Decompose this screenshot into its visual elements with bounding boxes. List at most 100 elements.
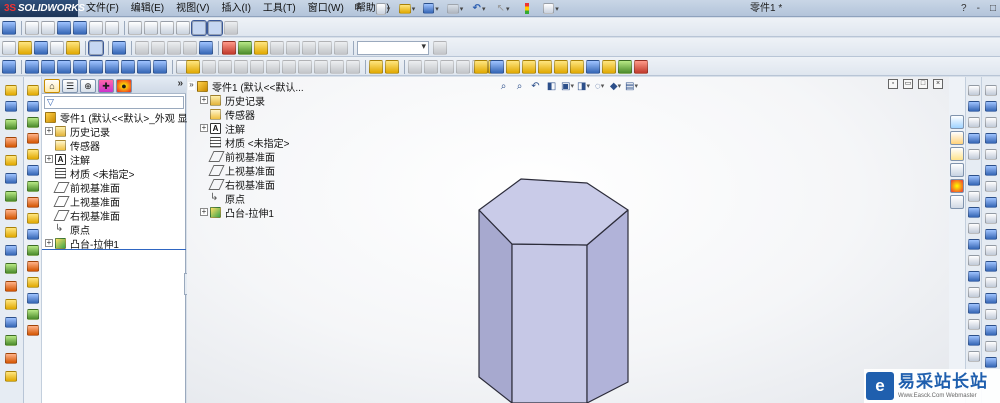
scene-icon[interactable]: [238, 40, 252, 55]
tree-item-top-plane[interactable]: 上视基准面: [55, 194, 120, 209]
open-icon[interactable]: [396, 1, 418, 16]
feature-tool-icon[interactable]: [27, 309, 39, 320]
sketch-tool-icon[interactable]: [985, 325, 997, 336]
sketch-entities-icon[interactable]: [135, 40, 149, 55]
pin-icon[interactable]: ⊳: [354, 1, 366, 15]
appearance-icon[interactable]: [222, 40, 236, 55]
graphics-area[interactable]: ⌕ ⌕ ↶ ◧ ▣ ◨ ◌ ◆ ▤ ▫ ▭ □ × » 零件1 (默认<<默认.…: [187, 77, 949, 403]
view-tool-icon[interactable]: [968, 133, 980, 144]
design-library-icon[interactable]: [522, 59, 536, 74]
photoview-icon[interactable]: [334, 40, 348, 55]
sketch-tool-icon[interactable]: [985, 197, 997, 208]
rotate-view-icon[interactable]: [57, 20, 71, 35]
hexagonal-prism-model[interactable]: [187, 77, 949, 403]
flow-icon[interactable]: [602, 59, 616, 74]
coordinate-icon[interactable]: [2, 59, 16, 74]
mirror-icon[interactable]: [282, 59, 296, 74]
left-tool-icon[interactable]: [5, 299, 17, 310]
sketch-tool-icon[interactable]: [985, 149, 997, 160]
shaded-edges-icon[interactable]: [176, 20, 190, 35]
rebuild-toolbar-icon[interactable]: [112, 40, 126, 55]
zoom-area-icon[interactable]: [41, 20, 55, 35]
sketch-tool-icon[interactable]: [985, 101, 997, 112]
pan-icon[interactable]: [73, 20, 87, 35]
left-tool-icon[interactable]: [5, 263, 17, 274]
tree-item-sensors[interactable]: 传感器: [55, 138, 100, 153]
sketch-tool-icon[interactable]: [985, 245, 997, 256]
sketch-icon[interactable]: [186, 59, 200, 74]
left-tool-icon[interactable]: [5, 371, 17, 382]
new-document-icon[interactable]: [372, 1, 394, 16]
sketch-tool-icon[interactable]: [985, 309, 997, 320]
solidworks-resources-icon[interactable]: [950, 115, 964, 129]
sketch-tool-icon[interactable]: [2, 20, 16, 35]
left-tool-icon[interactable]: [5, 227, 17, 238]
save-file-icon[interactable]: [34, 40, 48, 55]
pattern-icon[interactable]: [298, 59, 312, 74]
instant-2d-icon[interactable]: [424, 59, 438, 74]
select-icon[interactable]: ↖: [492, 1, 514, 16]
feature-tool-icon[interactable]: [27, 245, 39, 256]
previous-view-icon[interactable]: [105, 20, 119, 35]
feature-tool-icon[interactable]: [27, 133, 39, 144]
rebuild-icon[interactable]: [516, 1, 538, 16]
zoom-fit-icon[interactable]: [25, 20, 39, 35]
left-tool-icon[interactable]: [5, 317, 17, 328]
feature-tool-icon[interactable]: [27, 197, 39, 208]
simulation-icon[interactable]: [570, 59, 584, 74]
dim-xpert-tab-icon[interactable]: ✚: [98, 79, 114, 93]
extrude-cut-icon[interactable]: [105, 59, 119, 74]
view-tool-icon[interactable]: [968, 319, 980, 330]
sketch-tool-icon[interactable]: [985, 213, 997, 224]
feature-tool-icon[interactable]: [27, 85, 39, 96]
move-entities-icon[interactable]: [314, 59, 328, 74]
left-tool-icon[interactable]: [5, 335, 17, 346]
view-tool-icon[interactable]: [968, 223, 980, 234]
boundary-icon[interactable]: [89, 59, 103, 74]
help-icon[interactable]: ?: [961, 3, 967, 14]
decal-icon[interactable]: [254, 40, 268, 55]
select-arrow-icon[interactable]: [88, 39, 104, 56]
trim-icon[interactable]: [250, 59, 264, 74]
view-tool-icon[interactable]: [968, 271, 980, 282]
arc-icon[interactable]: [218, 59, 232, 74]
sketch-tool-icon[interactable]: [985, 133, 997, 144]
print-icon[interactable]: [444, 1, 466, 16]
left-tool-icon[interactable]: [5, 353, 17, 364]
open-folder-icon[interactable]: [18, 40, 32, 55]
custom-properties-icon[interactable]: [950, 195, 964, 209]
sketch-tool-icon[interactable]: [985, 261, 997, 272]
sustainability-icon[interactable]: [618, 59, 632, 74]
view-tool-icon[interactable]: [968, 149, 980, 160]
left-tool-icon[interactable]: [5, 245, 17, 256]
view-tool-icon[interactable]: [968, 207, 980, 218]
left-tool-icon[interactable]: [5, 173, 17, 184]
feature-tool-icon[interactable]: [27, 101, 39, 112]
draft-quality-icon[interactable]: [207, 19, 223, 36]
view-tool-icon[interactable]: [968, 287, 980, 298]
sketch-tool-icon[interactable]: [985, 341, 997, 352]
expand-panel-icon[interactable]: »: [177, 78, 183, 89]
lights-icon[interactable]: [302, 40, 316, 55]
view-tool-icon[interactable]: [968, 303, 980, 314]
view-tool-icon[interactable]: [968, 239, 980, 250]
circuit-works-icon[interactable]: [538, 59, 552, 74]
toolbox-icon[interactable]: [490, 59, 504, 74]
options-icon[interactable]: [540, 1, 562, 16]
left-tool-icon[interactable]: [5, 137, 17, 148]
feature-tool-icon[interactable]: [27, 181, 39, 192]
tree-item-right-plane[interactable]: 右视基准面: [55, 208, 120, 223]
solidworks-logo[interactable]: 3S SOLIDWORKS: [0, 0, 85, 17]
combo-apply-icon[interactable]: [433, 40, 447, 55]
feature-filter-input[interactable]: ▽: [44, 96, 184, 109]
feature-tool-icon[interactable]: [27, 117, 39, 128]
text-icon[interactable]: [346, 59, 360, 74]
sketch-tool-icon[interactable]: [985, 229, 997, 240]
relations-icon[interactable]: [151, 40, 165, 55]
maximize-button[interactable]: □: [990, 3, 996, 14]
menu-insert[interactable]: 插入(I): [215, 0, 256, 17]
tree-root[interactable]: 零件1 (默认<<默认>_外观 显: [45, 110, 188, 125]
display-relations-icon[interactable]: [369, 59, 383, 74]
configuration-manager-tab-icon[interactable]: ⊕: [80, 79, 96, 93]
sketch-tool-icon[interactable]: [985, 117, 997, 128]
